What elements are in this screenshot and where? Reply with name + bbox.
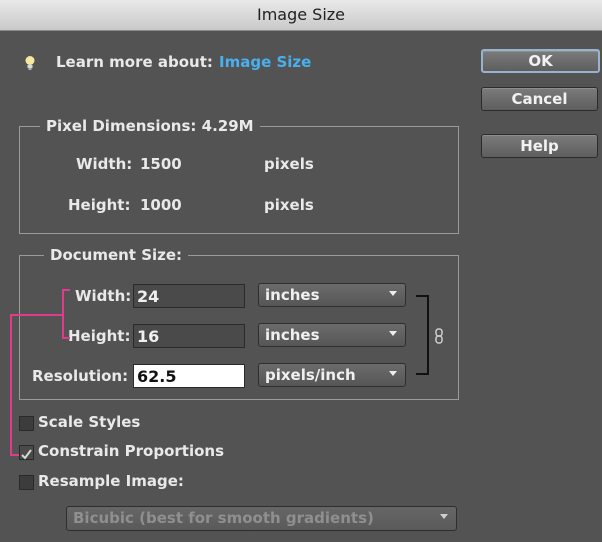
resample-method-value: Bicubic (best for smooth gradients) [73,509,374,527]
constrain-bracket-bottom [416,373,428,375]
image-size-dialog: Image Size Learn more about: Image Size … [0,0,602,542]
pixel-width-label: Width: [76,155,133,173]
document-size-legend: Document Size: [44,246,189,264]
resample-image-label: Resample Image: [38,472,184,490]
resolution-unit-select[interactable]: pixels/inch [258,363,406,387]
pixel-dimensions-size: 4.29M [201,117,254,135]
doc-height-unit-value: inches [265,326,320,344]
pixel-height-label: Height: [68,196,131,214]
resolution-unit-value: pixels/inch [265,366,356,384]
scale-styles-label: Scale Styles [38,413,141,431]
help-button[interactable]: Help [481,134,598,158]
pixel-dimensions-label: Pixel Dimensions: [46,117,197,135]
doc-width-unit-value: inches [265,286,320,304]
pixel-width-unit: pixels [264,155,314,173]
pixel-height-value: 1000 [140,196,182,214]
chain-link-icon [435,328,443,344]
ok-button[interactable]: OK [481,49,600,73]
constrain-proportions-checkbox[interactable] [19,445,34,460]
lightbulb-icon [25,56,35,70]
pixel-dimensions-group [19,126,459,234]
cancel-button[interactable]: Cancel [481,87,598,111]
learn-more-label: Learn more about: [56,53,213,71]
checkmark-icon [21,449,32,460]
resample-method-select[interactable]: Bicubic (best for smooth gradients) [66,506,457,531]
chevron-down-icon [389,291,397,296]
annotation-bracket-bottom [62,337,70,339]
chevron-down-icon [389,331,397,336]
chevron-down-icon [389,371,397,376]
annotation-bracket-top [62,289,70,291]
doc-height-unit-select[interactable]: inches [258,323,406,347]
learn-more-link[interactable]: Image Size [219,53,311,71]
pixel-dimensions-legend: Pixel Dimensions: 4.29M [40,117,260,135]
doc-width-label: Width: [75,287,132,305]
window-title: Image Size [0,0,602,31]
resolution-label: Resolution: [32,367,129,385]
chevron-down-icon [440,514,448,519]
doc-height-field[interactable]: 16 [133,324,245,348]
annotation-line-vertical [10,314,12,456]
resample-image-checkbox[interactable] [19,475,34,490]
annotation-connector [10,314,63,316]
doc-height-label: Height: [68,327,131,345]
constrain-bracket-vertical [427,295,429,375]
resolution-field[interactable]: 62.5 [133,364,245,388]
pixel-height-unit: pixels [264,196,314,214]
scale-styles-checkbox[interactable] [19,416,34,431]
doc-width-unit-select[interactable]: inches [258,283,406,307]
doc-width-field[interactable]: 24 [133,284,245,308]
constrain-proportions-label: Constrain Proportions [38,442,225,460]
pixel-width-value: 1500 [140,155,182,173]
